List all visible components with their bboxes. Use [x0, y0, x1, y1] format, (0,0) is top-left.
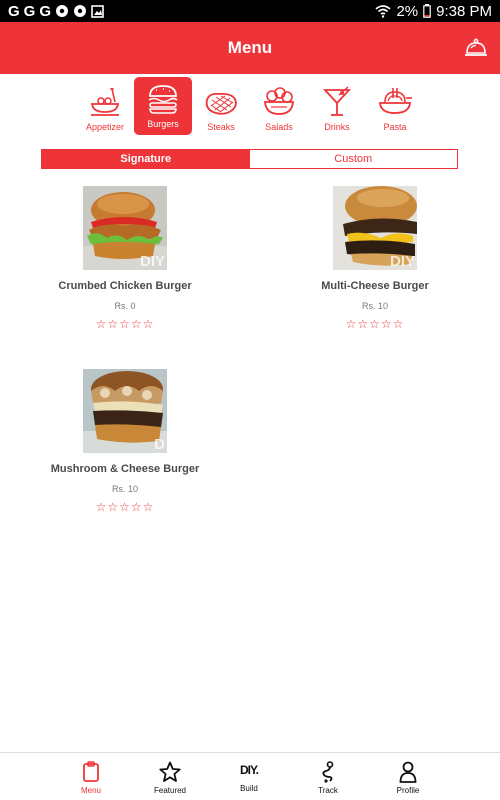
- item-name: Crumbed Chicken Burger: [58, 280, 192, 292]
- item-photo: DIY: [333, 186, 417, 270]
- battery-percent: 2%: [396, 2, 419, 20]
- nav-track[interactable]: Track: [298, 757, 358, 795]
- app-bar: Menu: [0, 22, 500, 74]
- item-price: Rs. 10: [361, 301, 388, 311]
- page-title: Menu: [227, 38, 273, 57]
- category-bar: Appetizer Burgers Steaks Salads Drinks P…: [0, 76, 500, 140]
- item-price: Rs. 10: [111, 484, 138, 494]
- nav-build[interactable]: DIY. Build: [219, 757, 279, 793]
- category-steaks[interactable]: Steaks: [192, 80, 250, 138]
- category-appetizer[interactable]: Appetizer: [76, 80, 134, 138]
- diy-watermark: D: [154, 436, 165, 453]
- diy-icon: DIY.: [239, 763, 259, 777]
- user-icon: [399, 761, 417, 783]
- category-drinks[interactable]: Drinks: [308, 80, 366, 138]
- category-pasta[interactable]: Pasta: [366, 80, 424, 138]
- bottom-navigation: Menu Featured DIY. Build Track Profile: [0, 752, 500, 800]
- cloche-icon[interactable]: [464, 36, 488, 60]
- category-burgers[interactable]: Burgers: [134, 77, 192, 135]
- nav-featured[interactable]: Featured: [140, 757, 200, 795]
- nav-label: Menu: [80, 786, 101, 795]
- item-name: Multi-Cheese Burger: [321, 280, 429, 292]
- category-label: Steaks: [207, 122, 235, 132]
- steak-icon: [205, 92, 237, 115]
- tab-custom[interactable]: Custom: [250, 150, 458, 168]
- menu-type-tabs: Signature Custom: [41, 149, 458, 169]
- soccer-ball-icon: [56, 5, 69, 17]
- rating-stars: ☆☆☆☆☆: [345, 317, 405, 331]
- drink-icon: [322, 86, 352, 116]
- category-label: Burgers: [147, 119, 179, 129]
- category-label: Salads: [265, 122, 293, 132]
- item-name: Mushroom & Cheese Burger: [50, 463, 200, 475]
- clipboard-icon: [83, 761, 99, 782]
- diy-watermark: DIY: [389, 253, 415, 270]
- tab-signature[interactable]: Signature: [42, 150, 250, 168]
- nav-label: Featured: [153, 786, 187, 795]
- star-icon: [159, 761, 181, 782]
- clock: 9:38 PM: [436, 2, 492, 20]
- salad-icon: [264, 87, 294, 115]
- item-photo: DIY: [83, 186, 167, 270]
- track-route-icon: [322, 761, 334, 783]
- notification-icons: G G G: [8, 3, 104, 20]
- system-status: 2% 9:38 PM: [375, 3, 492, 20]
- pasta-icon: [379, 88, 412, 114]
- nav-label: Build: [240, 784, 258, 793]
- rating-stars: ☆☆☆☆☆: [95, 500, 155, 514]
- rating-stars: ☆☆☆☆☆: [95, 317, 155, 331]
- soccer-ball-icon: [74, 5, 87, 17]
- google-notification-icon: G: [39, 2, 52, 20]
- menu-item-card[interactable]: DIY Crumbed Chicken Burger Rs. 0 ☆☆☆☆☆: [25, 186, 225, 331]
- wifi-icon: [375, 5, 391, 18]
- item-photo: D: [83, 369, 167, 453]
- nav-label: Profile: [396, 786, 420, 795]
- category-salads[interactable]: Salads: [250, 80, 308, 138]
- nav-label: Track: [318, 786, 338, 795]
- image-icon: [91, 4, 104, 18]
- nav-profile[interactable]: Profile: [378, 757, 438, 795]
- nav-menu[interactable]: Menu: [61, 757, 121, 795]
- burger-icon: [148, 85, 178, 114]
- menu-item-card[interactable]: DIY Multi-Cheese Burger Rs. 10 ☆☆☆☆☆: [275, 186, 475, 331]
- menu-item-card[interactable]: D Mushroom & Cheese Burger Rs. 10 ☆☆☆☆☆: [25, 369, 225, 514]
- item-price: Rs. 0: [114, 301, 136, 311]
- category-label: Appetizer: [85, 122, 125, 132]
- status-bar: G G G 2% 9:38 PM: [0, 0, 500, 22]
- diy-watermark: DIY: [139, 253, 165, 270]
- appetizer-icon: [90, 88, 120, 116]
- google-notification-icon: G: [8, 2, 20, 20]
- category-label: Drinks: [324, 122, 350, 132]
- battery-icon: [423, 4, 431, 18]
- google-notification-icon: G: [23, 2, 36, 20]
- category-label: Pasta: [383, 122, 407, 132]
